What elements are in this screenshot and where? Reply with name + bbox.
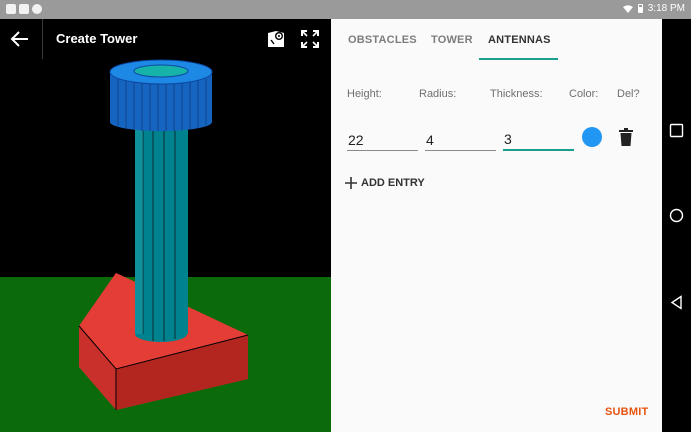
add-entry-label: ADD ENTRY — [361, 177, 425, 189]
tab-indicator — [479, 58, 558, 60]
radius-column-header: Radius: — [419, 88, 457, 100]
navigation-bar — [662, 19, 691, 432]
battery-icon — [637, 4, 643, 13]
status-bar: 3:18 PM — [0, 0, 691, 19]
submit-button[interactable]: SUBMIT — [605, 406, 648, 418]
plus-icon — [345, 177, 357, 189]
color-picker-button[interactable] — [582, 127, 602, 147]
system-icons: 3:18 PM — [622, 3, 685, 14]
settings-panel: OBSTACLES TOWER ANTENNAS Height: Radius:… — [331, 19, 662, 432]
height-column-header: Height: — [347, 88, 382, 100]
tower-3d-view[interactable] — [0, 59, 331, 432]
arrow-left-icon[interactable] — [9, 29, 31, 49]
notification-icons — [6, 4, 42, 14]
radius-field[interactable] — [425, 123, 496, 151]
tab-tower[interactable]: TOWER — [431, 34, 473, 46]
fullscreen-icon[interactable] — [300, 29, 320, 49]
thickness-column-header: Thickness: — [490, 88, 543, 100]
wifi-icon — [622, 4, 633, 13]
app-bar-divider — [42, 19, 43, 59]
add-entry-button[interactable]: ADD ENTRY — [345, 177, 425, 189]
tab-antennas[interactable]: ANTENNAS — [488, 34, 551, 46]
notification-icon — [19, 4, 29, 14]
tab-obstacles[interactable]: OBSTACLES — [348, 34, 417, 46]
notification-icon — [6, 4, 16, 14]
app-bar: Create Tower — [0, 19, 331, 59]
clock: 3:18 PM — [647, 3, 685, 14]
page-title: Create Tower — [56, 31, 138, 46]
recents-icon[interactable] — [669, 123, 684, 138]
back-triangle-icon[interactable] — [669, 295, 684, 310]
thickness-field[interactable] — [503, 123, 574, 151]
notification-icon — [32, 4, 42, 14]
tower-preview-panel: Create Tower — [0, 19, 331, 432]
color-column-header: Color: — [569, 88, 599, 100]
screen: 3:18 PM Create Tower OBSTACLES TOWER ANT… — [0, 0, 691, 432]
tab-bar: OBSTACLES TOWER ANTENNAS — [331, 19, 662, 60]
map-marker-icon[interactable] — [266, 29, 286, 49]
height-field[interactable] — [347, 123, 418, 151]
home-icon[interactable] — [669, 208, 684, 223]
delete-column-header: Del? — [617, 88, 640, 100]
trash-icon[interactable] — [619, 128, 633, 146]
